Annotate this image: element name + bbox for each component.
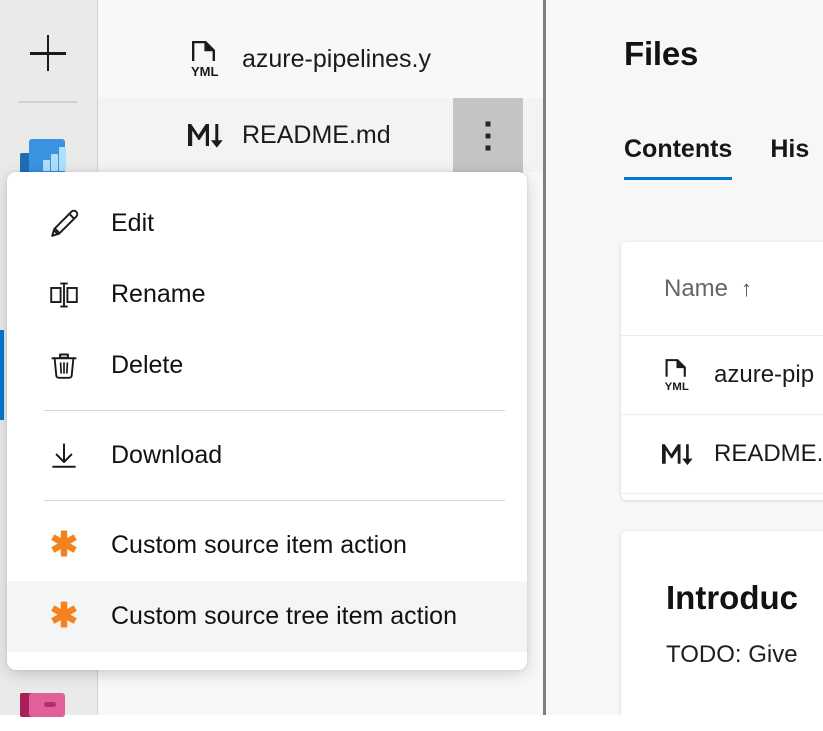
rail-selection-indicator (0, 330, 4, 420)
download-icon (44, 440, 84, 472)
tabstrip: Contents His (624, 135, 809, 180)
readme-preview-card: Introduc TODO: Give (621, 531, 823, 715)
menu-item-label: Edit (111, 209, 154, 238)
table-row[interactable]: YML azure-pip (621, 336, 823, 415)
column-header-name[interactable]: Name (664, 275, 728, 303)
rail-divider (18, 101, 77, 103)
menu-separator (44, 500, 505, 501)
file-name: azure-pip (714, 361, 814, 389)
asterisk-icon: ✱ (44, 535, 84, 555)
menu-item-label: Custom source tree item action (111, 602, 457, 631)
svg-text:YML: YML (665, 381, 689, 392)
asterisk-icon: ✱ (44, 606, 84, 626)
source-tree-item-more-button[interactable] (453, 98, 523, 173)
menu-item-rename[interactable]: Rename (7, 259, 527, 330)
tab-history[interactable]: His (770, 135, 809, 180)
source-tree-item-label: azure-pipelines.y (242, 45, 431, 74)
page-title: Files (624, 35, 698, 73)
table-row[interactable]: README.m (621, 415, 823, 494)
menu-item-edit[interactable]: Edit (7, 188, 527, 259)
menu-item-label: Custom source item action (111, 531, 407, 560)
source-tree-item-yml[interactable]: YML azure-pipelines.y (98, 22, 543, 96)
pink-app-icon[interactable] (20, 693, 65, 731)
sort-ascending-icon: ↑ (741, 278, 752, 300)
menu-item-label: Delete (111, 351, 183, 380)
files-table-card: Name ↑ YML azure-pip README.m (621, 242, 823, 500)
menu-separator (44, 410, 505, 411)
panel-splitter[interactable] (543, 0, 546, 715)
menu-item-custom-source-tree-item-action[interactable]: ✱ Custom source tree item action (7, 581, 527, 652)
readme-body-text: TODO: Give (666, 641, 798, 669)
file-name: README.m (714, 440, 823, 468)
tab-contents[interactable]: Contents (624, 135, 732, 180)
pink-icon-dot (44, 702, 56, 707)
source-tree-item-label: README.md (242, 121, 391, 150)
add-button[interactable] (0, 22, 95, 84)
plus-icon (30, 35, 66, 71)
power-bi-bar-2 (51, 154, 58, 171)
menu-item-label: Rename (111, 280, 206, 309)
menu-item-label: Download (111, 441, 222, 470)
markdown-file-icon (657, 439, 697, 469)
menu-item-delete[interactable]: Delete (7, 330, 527, 401)
files-table-header: Name ↑ (621, 242, 823, 336)
yml-file-icon: YML (182, 40, 228, 78)
more-vertical-icon (486, 121, 491, 150)
readme-heading: Introduc (666, 579, 798, 617)
files-content-pane: Files Contents His Name ↑ YML azure-pip (546, 0, 823, 715)
menu-item-download[interactable]: Download (7, 420, 527, 491)
markdown-file-icon (182, 118, 228, 152)
power-bi-bar-1 (43, 160, 50, 171)
trash-icon (44, 350, 84, 382)
power-bi-bar-3 (59, 147, 66, 171)
yml-file-icon: YML (657, 358, 697, 392)
source-item-context-menu: Edit Rename Delete (7, 172, 527, 670)
rename-icon (44, 279, 84, 311)
pencil-icon (44, 208, 84, 240)
svg-text:YML: YML (191, 64, 219, 78)
menu-item-custom-source-item-action[interactable]: ✱ Custom source item action (7, 510, 527, 581)
